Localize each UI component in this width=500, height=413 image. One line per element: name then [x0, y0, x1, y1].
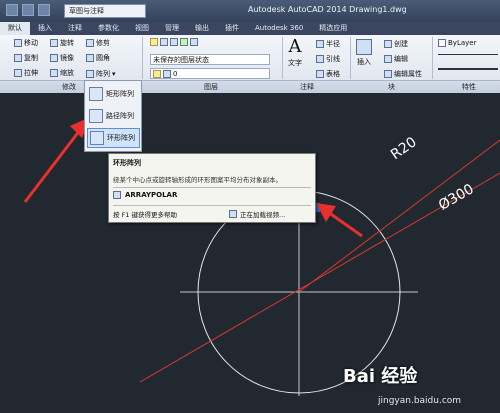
layer-dropdown[interactable]: 0 — [150, 68, 270, 79]
tab-plugins[interactable]: 插件 — [217, 22, 247, 35]
panel-label-properties[interactable]: 特性 — [462, 82, 476, 92]
insert-button[interactable]: 插入 — [356, 39, 372, 67]
mirror-button[interactable]: 镜像 — [50, 53, 74, 63]
lightbulb-icon — [153, 69, 161, 78]
lineweight-sample[interactable] — [438, 68, 498, 70]
trim-button[interactable]: 修剪 — [86, 38, 110, 48]
autocad-window: R20 Ø300 草图与注释 Autodesk AutoCAD 2014 Dra… — [0, 0, 500, 413]
workspace-dropdown[interactable]: 草图与注释 — [64, 4, 146, 18]
watermark-url: jingyan.baidu.com — [378, 396, 462, 406]
tab-insert[interactable]: 插入 — [30, 22, 60, 35]
tooltip-video-link[interactable]: 正在加载视频... — [229, 209, 285, 219]
move-button[interactable]: 移动 — [14, 38, 38, 48]
tooltip-divider — [113, 205, 311, 206]
panel-separator — [282, 37, 283, 79]
mirror-icon — [50, 54, 58, 62]
window-title: Autodesk AutoCAD 2014 Drawing1.dwg — [248, 5, 407, 14]
edit-attribute-button[interactable]: 编辑属性 — [384, 69, 422, 79]
create-block-button[interactable]: 创建 — [384, 39, 408, 49]
panel-separator — [350, 37, 351, 79]
copy-button[interactable]: 复制 — [14, 53, 38, 63]
leader-button[interactable]: 引线 — [316, 54, 340, 64]
panel-separator — [142, 37, 143, 79]
layer-icon[interactable] — [160, 38, 168, 46]
layer-properties-icon[interactable] — [150, 38, 158, 46]
panel-label-block[interactable]: 块 — [388, 82, 395, 92]
video-icon — [229, 210, 237, 218]
color-dropdown[interactable]: ByLayer — [438, 39, 476, 47]
polar-array-icon — [90, 131, 104, 145]
leader-icon — [316, 55, 324, 63]
tooltip-title: 环形阵列 — [113, 159, 141, 167]
rect-array-icon — [89, 87, 103, 101]
move-icon — [14, 39, 22, 47]
tooltip-help-text: 按 F1 键获得更多帮助 — [113, 211, 178, 219]
title-bar: 草图与注释 Autodesk AutoCAD 2014 Drawing1.dwg — [0, 0, 500, 22]
create-block-icon — [384, 40, 392, 48]
ribbon-tabs: 默认 插入 注释 参数化 视图 管理 输出 插件 Autodesk 360 精选… — [0, 22, 500, 35]
chevron-down-icon: ▾ — [112, 70, 116, 78]
rect-array-item[interactable]: 矩形阵列 — [87, 84, 140, 104]
radius-icon — [316, 40, 324, 48]
tooltip-command: ARRAYPOLAR — [113, 191, 177, 199]
save-icon[interactable] — [38, 4, 50, 16]
edit-attribute-icon — [384, 70, 392, 78]
layer-state-dropdown[interactable]: 未保存的图层状态 — [150, 54, 270, 65]
rotate-button[interactable]: 旋转 — [50, 38, 74, 48]
layer-tools — [150, 38, 198, 46]
tooltip-divider — [113, 187, 311, 188]
text-button[interactable]: A 文字 — [288, 37, 302, 68]
insert-block-icon — [356, 39, 372, 55]
tab-default[interactable]: 默认 — [0, 22, 30, 35]
tab-view[interactable]: 视图 — [127, 22, 157, 35]
tab-autodesk360[interactable]: Autodesk 360 — [247, 22, 311, 35]
quick-access-toolbar — [6, 4, 50, 16]
copy-icon — [14, 54, 22, 62]
fillet-icon — [86, 54, 94, 62]
linetype-sample[interactable] — [438, 54, 498, 55]
table-button[interactable]: 表格 — [316, 69, 340, 79]
path-array-item[interactable]: 路径阵列 — [87, 106, 140, 126]
tab-output[interactable]: 输出 — [187, 22, 217, 35]
color-swatch-icon — [438, 39, 446, 47]
tab-parametric[interactable]: 参数化 — [90, 22, 127, 35]
layer-on-icon[interactable] — [180, 38, 188, 46]
new-icon[interactable] — [6, 4, 18, 16]
rotate-icon — [50, 39, 58, 47]
annotation-arrow-1 — [23, 117, 90, 203]
sun-icon — [163, 69, 171, 78]
edit-block-button[interactable]: 编辑 — [384, 54, 408, 64]
edit-block-icon — [384, 55, 392, 63]
array-icon — [86, 70, 94, 78]
polar-array-tooltip: 环形阵列 绕某个中心点或旋转轴形成的环形图案平均分布对象副本。 ARRAYPOL… — [108, 153, 316, 223]
tooltip-description: 绕某个中心点或旋转轴形成的环形图案平均分布对象副本。 — [113, 176, 282, 184]
array-label: 阵列 ▾ — [86, 69, 116, 79]
layer-freeze-icon[interactable] — [190, 38, 198, 46]
baidu-watermark: Bai 经验 — [343, 366, 418, 387]
ribbon-panel-labels: 修改 图层 注释 块 特性 — [0, 80, 500, 93]
table-icon — [316, 70, 324, 78]
stretch-icon — [14, 69, 22, 77]
fillet-button[interactable]: 圆角 — [86, 53, 110, 63]
panel-separator — [432, 37, 433, 79]
tab-featured-apps[interactable]: 精选应用 — [311, 22, 355, 35]
array-flyout-menu: 矩形阵列 路径阵列 环形阵列 — [84, 80, 142, 152]
radius-button[interactable]: 半径 — [316, 39, 340, 49]
open-icon[interactable] — [22, 4, 34, 16]
polar-array-item[interactable]: 环形阵列 — [87, 128, 140, 148]
stretch-button[interactable]: 拉伸 — [14, 68, 38, 78]
command-icon — [113, 191, 121, 199]
layer-match-icon[interactable] — [170, 38, 178, 46]
path-array-icon — [89, 109, 103, 123]
trim-icon — [86, 39, 94, 47]
text-icon: A — [288, 36, 302, 57]
scale-button[interactable]: 缩放 — [50, 68, 74, 78]
tab-annotate[interactable]: 注释 — [60, 22, 90, 35]
tab-manage[interactable]: 管理 — [157, 22, 187, 35]
panel-label-layer[interactable]: 图层 — [204, 82, 218, 92]
panel-label-annotation[interactable]: 注释 — [300, 82, 314, 92]
panel-label-modify[interactable]: 修改 — [62, 82, 76, 92]
scale-icon — [50, 69, 58, 77]
